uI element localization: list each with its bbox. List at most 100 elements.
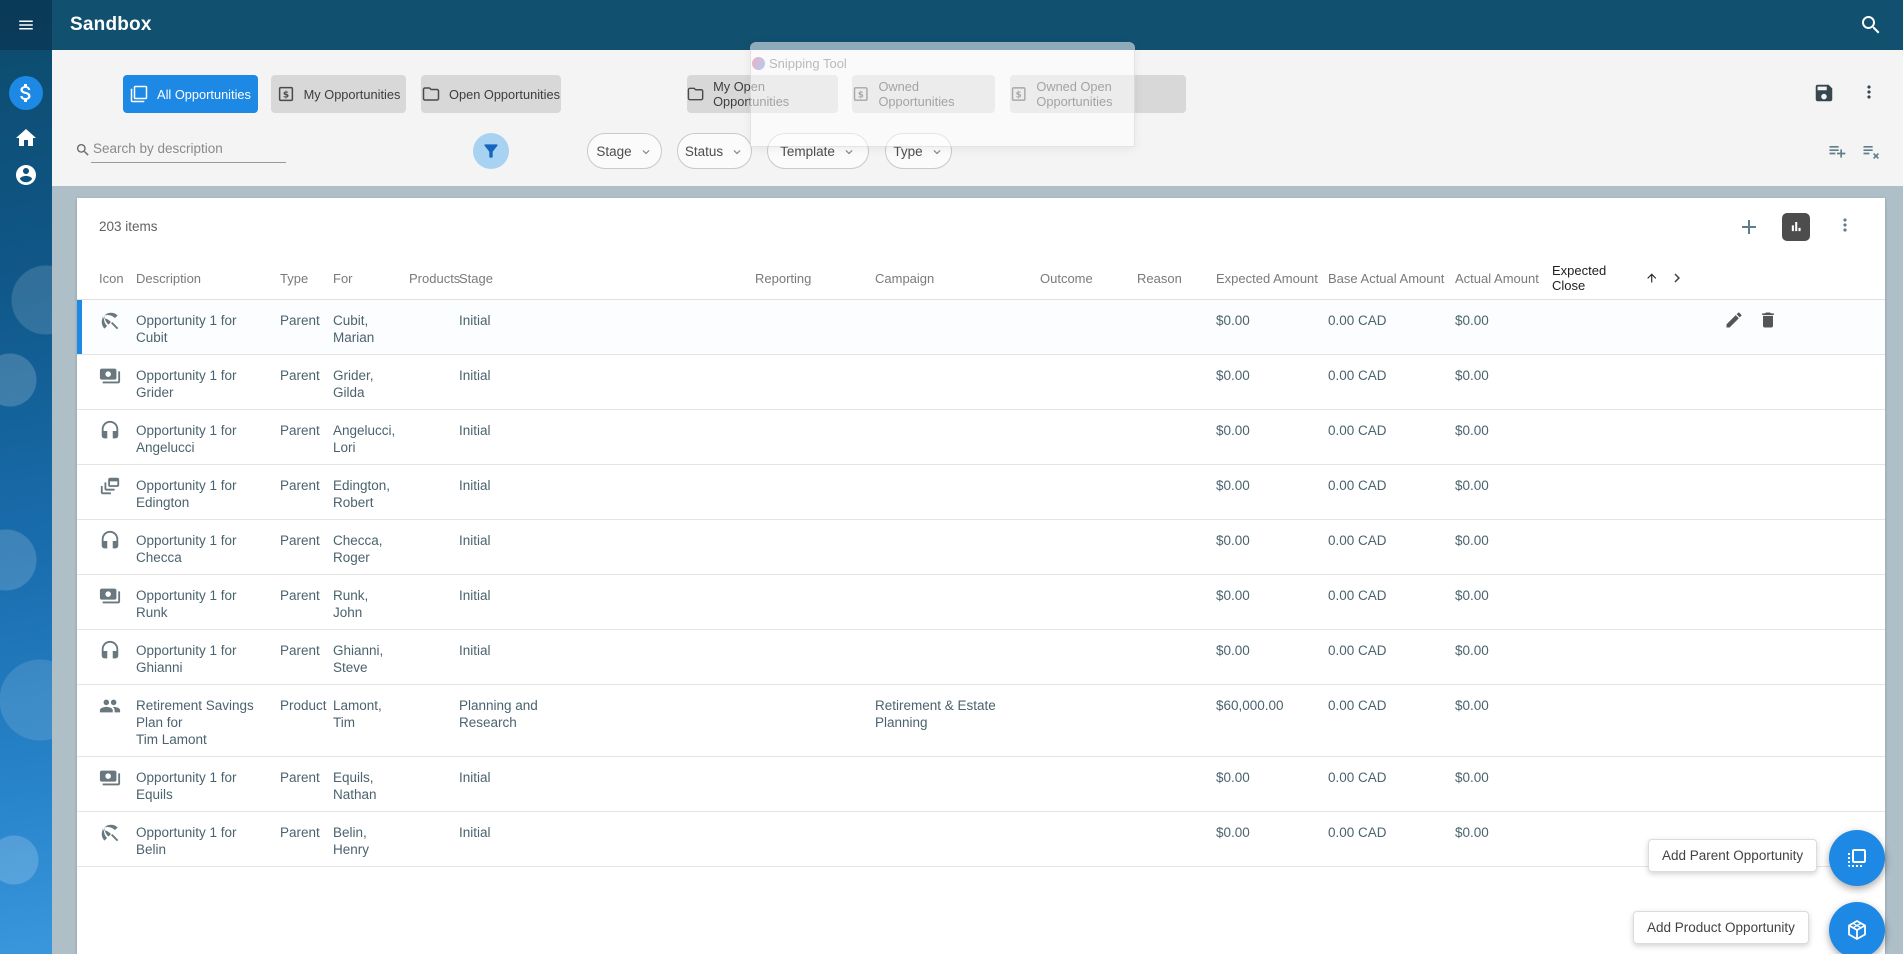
cell-campaign: Retirement & Estate Planning: [875, 698, 996, 730]
playlist-remove-icon[interactable]: [1861, 141, 1881, 161]
column-header-outcome[interactable]: Outcome: [1040, 271, 1137, 286]
filter-chip-stage[interactable]: Stage: [587, 133, 662, 169]
menu-icon[interactable]: [14, 16, 38, 34]
filter-button[interactable]: [473, 133, 509, 169]
column-header-reason[interactable]: Reason: [1137, 271, 1216, 286]
tab-all-opportunities[interactable]: All Opportunities: [123, 75, 258, 113]
edit-icon[interactable]: [1724, 310, 1744, 330]
cell-for: Belin, Henry: [333, 825, 370, 857]
cell-expected-close: [1552, 528, 1668, 532]
filter-chip-status[interactable]: Status: [677, 133, 752, 169]
cell-reason: [1137, 363, 1216, 367]
group-icon: [99, 695, 121, 717]
table-row[interactable]: Opportunity 1 for Runk Parent Runk, John In…: [77, 575, 1885, 630]
add-icon[interactable]: [1737, 215, 1761, 239]
bar-chart-icon: [1786, 217, 1806, 237]
column-header-reporting[interactable]: Reporting: [755, 271, 875, 286]
delete-icon[interactable]: [1758, 310, 1778, 330]
table-row[interactable]: Opportunity 1 for Equils Parent Equils, Na…: [77, 757, 1885, 812]
column-header-campaign[interactable]: Campaign: [875, 271, 1040, 286]
cell-reason: [1137, 820, 1216, 824]
table-row[interactable]: Opportunity 1 for Cubit Parent Cubit, Mari…: [77, 300, 1885, 355]
cell-reason: [1137, 308, 1216, 312]
cell-description: Opportunity 1 for Edington: [136, 478, 237, 510]
table-row[interactable]: Opportunity 1 for Edington Parent Edington…: [77, 465, 1885, 520]
cell-expected-amount: $0.00: [1216, 313, 1250, 328]
cell-expected-amount: $60,000.00: [1216, 698, 1284, 713]
sidebar: [0, 0, 52, 954]
column-header-description[interactable]: Description: [136, 271, 280, 286]
tab-my-open-opportunities[interactable]: My Open Opportunities: [687, 75, 838, 113]
cell-reason: [1137, 693, 1216, 697]
sidebar-item-home[interactable]: [9, 121, 43, 155]
sidebar-item-profile[interactable]: [9, 158, 43, 192]
cell-icon: [99, 308, 136, 336]
headset-icon: [99, 640, 121, 662]
cell-stage: Initial: [459, 313, 491, 328]
tab-my-opportunities[interactable]: $ My Opportunities: [271, 75, 406, 113]
cell-description: Opportunity 1 for Equils: [136, 770, 237, 802]
add-product-opportunity-fab[interactable]: [1829, 902, 1885, 954]
cell-for: Cubit, Marian: [333, 313, 375, 345]
search-input[interactable]: [91, 138, 286, 163]
table-row[interactable]: Opportunity 1 for Angelucci Parent Angeluc…: [77, 410, 1885, 465]
items-count: 203 items: [99, 219, 158, 234]
cell-outcome: [1040, 583, 1137, 587]
table-body: Opportunity 1 for Cubit Parent Cubit, Mari…: [77, 300, 1885, 867]
payments-icon: [99, 585, 121, 607]
cell-base-actual-amount: 0.00 CAD: [1328, 423, 1387, 438]
column-header-products[interactable]: Products: [409, 271, 460, 286]
stacked-cards-icon: [99, 475, 121, 497]
column-header-actual-amount[interactable]: Actual Amount: [1455, 271, 1552, 286]
table-row[interactable]: Opportunity 1 for Grider Parent Grider, Gi…: [77, 355, 1885, 410]
column-header-type[interactable]: Type: [280, 271, 333, 286]
column-header-for[interactable]: For: [333, 271, 409, 286]
table-row[interactable]: Opportunity 1 for Belin Parent Belin, Henr…: [77, 812, 1885, 867]
tab-owned-opportunities[interactable]: $ Owned Opportunities: [852, 75, 995, 113]
column-header-base-actual-amount[interactable]: Base Actual Amount: [1328, 271, 1455, 286]
cell-reporting: [755, 473, 875, 477]
table-row[interactable]: Opportunity 1 for Checca Parent Checca, Ro…: [77, 520, 1885, 575]
table-row[interactable]: Opportunity 1 for Ghianni Parent Ghianni, …: [77, 630, 1885, 685]
column-header-icon[interactable]: Icon: [99, 271, 136, 286]
tab-owned-open-opportunities[interactable]: $ Owned Open Opportunities: [1010, 75, 1186, 113]
cell-reporting: [755, 528, 875, 532]
cell-outcome: [1040, 820, 1137, 824]
cell-reason: [1137, 765, 1216, 769]
row-actions: [1668, 363, 1863, 365]
chip-label: Type: [893, 143, 923, 159]
cell-base-actual-amount: 0.00 CAD: [1328, 478, 1387, 493]
column-header-stage[interactable]: Stage: [459, 271, 755, 286]
tab-open-opportunities[interactable]: Open Opportunities: [421, 75, 561, 113]
save-icon[interactable]: [1813, 82, 1835, 104]
row-actions: [1668, 583, 1863, 585]
row-actions: [1668, 528, 1863, 530]
filter-chip-type[interactable]: Type: [885, 133, 952, 169]
filter-funnel-icon: [481, 141, 501, 161]
column-header-expected-amount[interactable]: Expected Amount: [1216, 271, 1328, 286]
cell-reason: [1137, 583, 1216, 587]
column-label: Expected Close: [1552, 263, 1607, 293]
sidebar-item-opportunities[interactable]: [9, 76, 43, 110]
row-actions: [1668, 820, 1863, 822]
folder-icon: [687, 85, 704, 103]
cell-expected-close: [1552, 583, 1668, 587]
add-parent-opportunity-fab[interactable]: [1829, 830, 1885, 886]
dollar-box-icon: $: [852, 85, 869, 103]
cell-description: Opportunity 1 for Belin: [136, 825, 237, 857]
cell-actual-amount: $0.00: [1455, 825, 1489, 840]
chart-view-button[interactable]: [1782, 213, 1810, 241]
toolbar-area: All Opportunities $ My Opportunities Open O…: [52, 50, 1903, 186]
search-icon[interactable]: [1859, 13, 1883, 37]
more-options-icon[interactable]: [1859, 82, 1879, 102]
cell-reporting: [755, 308, 875, 312]
column-header-expected-close[interactable]: Expected Close: [1552, 263, 1668, 293]
cell-type: Parent: [280, 770, 320, 785]
table-row[interactable]: Retirement Savings Plan for Tim Lamont Pr…: [77, 685, 1885, 757]
list-more-options-icon[interactable]: [1835, 215, 1855, 235]
cell-stage: Initial: [459, 368, 491, 383]
cell-type: Parent: [280, 368, 320, 383]
scroll-columns-right-button[interactable]: [1668, 269, 1863, 287]
filter-chip-template[interactable]: Template: [767, 133, 869, 169]
playlist-add-icon[interactable]: [1827, 141, 1847, 161]
